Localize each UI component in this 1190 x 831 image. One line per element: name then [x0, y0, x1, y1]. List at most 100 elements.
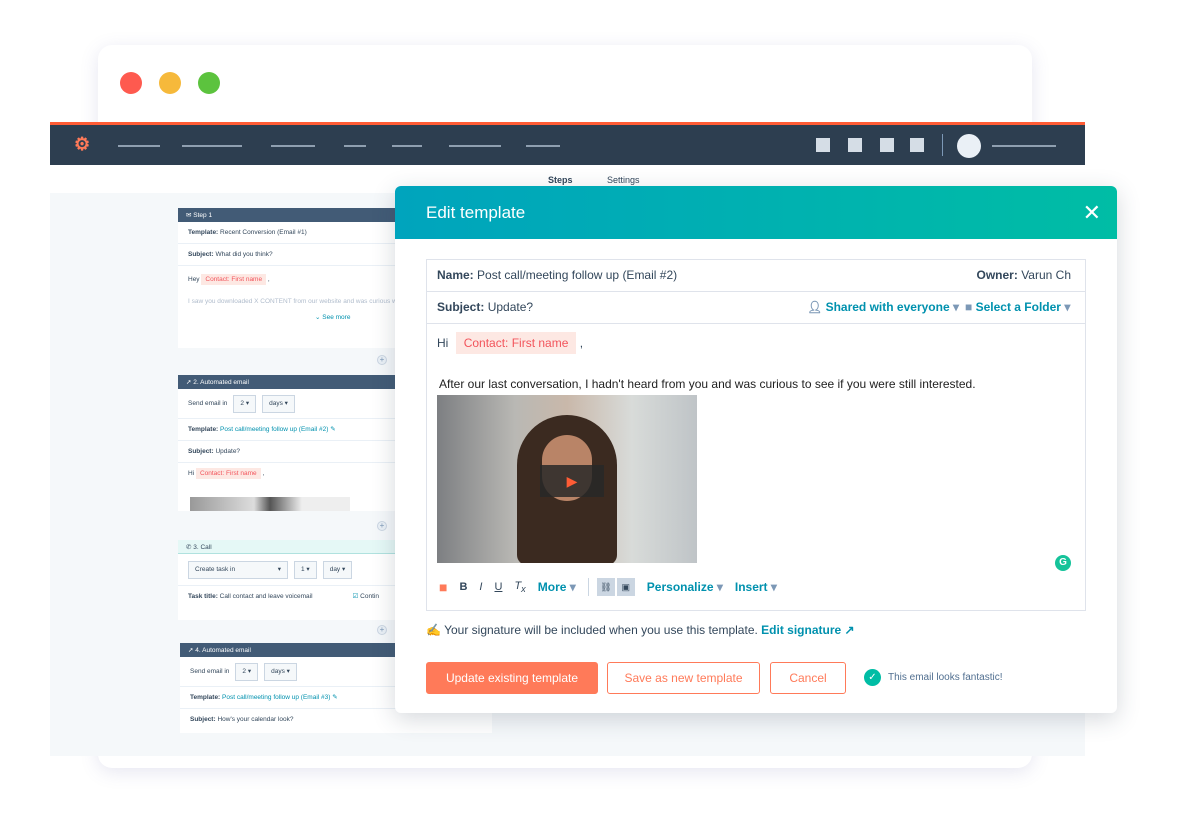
name-label: Name:: [437, 268, 474, 282]
signature-icon: ✍: [426, 623, 441, 637]
divider: [942, 134, 943, 156]
close-window-dot[interactable]: [120, 72, 142, 94]
label: Template:: [190, 694, 221, 701]
cancel-button[interactable]: Cancel: [770, 662, 846, 694]
template-name: Recent Conversion (Email #1): [220, 229, 307, 236]
name-field[interactable]: Post call/meeting follow up (Email #2): [477, 268, 677, 282]
nav-icon[interactable]: [816, 138, 830, 152]
greeting: Hey: [188, 276, 200, 283]
maximize-window-dot[interactable]: [198, 72, 220, 94]
avatar[interactable]: [957, 134, 981, 158]
label: Subject:: [188, 251, 214, 258]
underline-icon[interactable]: U: [494, 581, 502, 593]
subject: What did you think?: [215, 251, 273, 258]
step-title: 4. Automated email: [195, 647, 251, 654]
task-title: Call contact and leave voicemail: [219, 593, 313, 600]
check-icon: ✓: [864, 669, 881, 686]
token-chip: Contact: First name: [195, 468, 261, 479]
label: Send email in: [190, 668, 230, 675]
hubspot-logo-icon[interactable]: ⚙: [74, 134, 90, 155]
save-new-template-button[interactable]: Save as new template: [607, 662, 760, 694]
delay-unit-select[interactable]: days ▾: [262, 395, 295, 413]
nav-item[interactable]: [118, 145, 160, 147]
nav-item[interactable]: [344, 145, 366, 147]
label: Send email in: [188, 400, 228, 407]
bold-icon[interactable]: B: [459, 581, 467, 593]
folder-dropdown[interactable]: ■ Select a Folder ▾: [965, 292, 1070, 323]
nav-item[interactable]: [182, 145, 242, 147]
subject-label: Subject:: [437, 300, 485, 314]
edit-template-modal: Edit template ✕ Name: Post call/meeting …: [395, 186, 1117, 713]
account-menu[interactable]: [992, 145, 1056, 147]
signature-note: ✍ Your signature will be included when y…: [426, 623, 855, 637]
label: Subject:: [190, 716, 216, 723]
close-icon[interactable]: ✕: [1083, 200, 1101, 226]
template-link[interactable]: Post call/meeting follow up (Email #2): [220, 426, 328, 433]
link-icon[interactable]: ⛓: [596, 578, 615, 596]
task-select[interactable]: Create task in ▾: [188, 561, 288, 579]
step-title: Step 1: [193, 212, 213, 219]
template-link[interactable]: Post call/meeting follow up (Email #3): [222, 694, 330, 701]
more-dropdown[interactable]: More ▾: [538, 580, 576, 594]
task-delay-number[interactable]: 1 ▾: [294, 561, 317, 579]
play-icon[interactable]: ▶: [540, 465, 604, 497]
delay-number-select[interactable]: 2 ▾: [235, 663, 259, 681]
grammarly-icon[interactable]: G: [1055, 555, 1071, 571]
pencil-icon[interactable]: ✎: [330, 426, 335, 433]
token-chip: Contact: First name: [201, 274, 267, 285]
video-thumbnail[interactable]: ▶: [437, 395, 697, 563]
owner-value[interactable]: Varun Ch: [1021, 268, 1071, 282]
video-thumbnail: [190, 497, 350, 511]
top-nav: ⚙: [50, 125, 1085, 165]
step-title: 2. Automated email: [193, 379, 249, 386]
subject-row: Subject: Update? 👤︎ Shared with everyone…: [427, 292, 1085, 324]
pencil-icon[interactable]: ✎: [332, 694, 337, 701]
video-icon[interactable]: ■: [439, 579, 447, 595]
nav-icon[interactable]: [910, 138, 924, 152]
email-greeting[interactable]: Hi Contact: First name ,: [437, 332, 583, 354]
subject-field[interactable]: Update?: [488, 300, 533, 314]
tab-settings[interactable]: Settings: [607, 175, 640, 185]
add-step-button[interactable]: +: [377, 355, 387, 365]
modal-header: Edit template: [395, 186, 1117, 239]
status-message: ✓ This email looks fantastic!: [864, 669, 1003, 686]
personalize-dropdown[interactable]: Personalize ▾: [647, 580, 723, 594]
label: Template:: [188, 426, 219, 433]
subject: Update?: [215, 448, 241, 455]
contact-token: Contact: First name: [455, 332, 577, 354]
label: Task title:: [188, 593, 218, 600]
image-icon[interactable]: ▣: [616, 578, 635, 596]
minimize-window-dot[interactable]: [159, 72, 181, 94]
modal-title: Edit template: [426, 203, 526, 222]
insert-dropdown[interactable]: Insert ▾: [735, 580, 777, 594]
nav-icon[interactable]: [848, 138, 862, 152]
greeting: Hi: [188, 470, 195, 477]
sharing-dropdown[interactable]: 👤︎ Shared with everyone ▾: [807, 292, 959, 323]
step-title: 3. Call: [193, 544, 212, 551]
clear-format-icon[interactable]: Tx: [514, 580, 525, 594]
tab-steps[interactable]: Steps: [548, 175, 573, 185]
add-step-button[interactable]: +: [377, 521, 387, 531]
update-template-button[interactable]: Update existing template: [426, 662, 598, 694]
template-editor: Name: Post call/meeting follow up (Email…: [426, 259, 1086, 611]
continue-checkbox[interactable]: ☑ Contin: [353, 593, 379, 600]
email-body[interactable]: After our last conversation, I hadn't he…: [439, 377, 976, 391]
task-delay-unit[interactable]: day ▾: [322, 561, 353, 579]
user-icon: 👤︎: [807, 300, 823, 314]
nav-icon[interactable]: [880, 138, 894, 152]
italic-icon[interactable]: I: [479, 581, 482, 593]
delay-number-select[interactable]: 2 ▾: [233, 395, 257, 413]
label: Subject:: [188, 448, 214, 455]
label: Template:: [188, 229, 219, 236]
subject: How's your calendar look?: [217, 716, 294, 723]
delay-unit-select[interactable]: days ▾: [264, 663, 297, 681]
edit-signature-link[interactable]: Edit signature ↗: [761, 623, 854, 637]
nav-item[interactable]: [449, 145, 501, 147]
add-step-button[interactable]: +: [377, 625, 387, 635]
editor-toolbar: ■ B I U Tx More ▾ ⛓ ▣ Personalize ▾ Insert ▾: [439, 578, 777, 596]
name-row: Name: Post call/meeting follow up (Email…: [427, 260, 1085, 292]
nav-item[interactable]: [392, 145, 422, 147]
folder-icon: ■: [965, 300, 973, 314]
nav-item[interactable]: [526, 145, 560, 147]
nav-item[interactable]: [271, 145, 315, 147]
